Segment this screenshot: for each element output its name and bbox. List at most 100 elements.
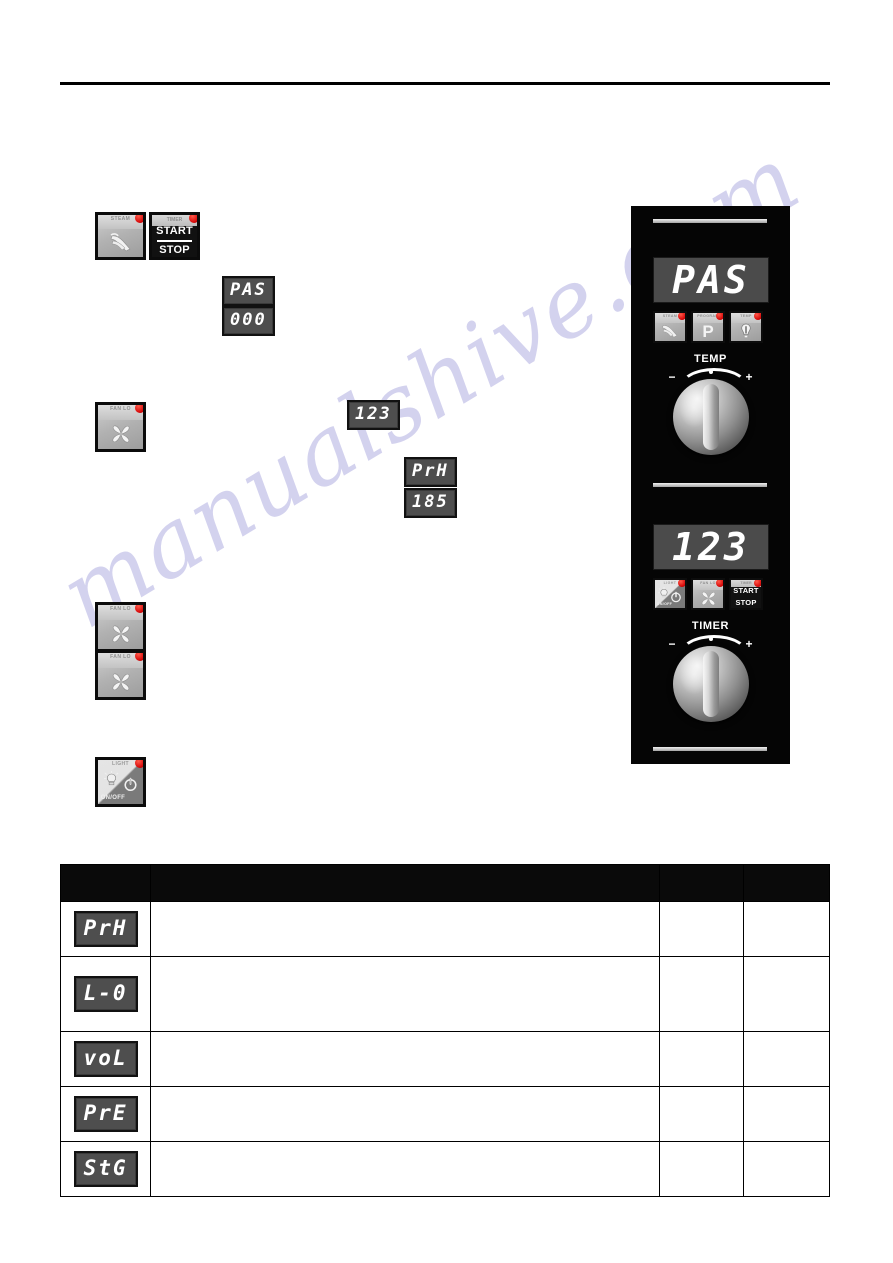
fan-led-indicator — [135, 405, 143, 413]
panel-fan-led — [716, 580, 723, 587]
table-cell-code: PrE — [59, 1086, 152, 1142]
steam-icon — [98, 228, 143, 257]
table-header-row — [59, 864, 831, 902]
panel-light-led — [678, 580, 685, 587]
timer-button-face: TIMER START STOP — [152, 215, 197, 257]
fan-lo-button-1[interactable]: FAN LO — [95, 402, 146, 452]
table-cell-description — [150, 1031, 660, 1087]
panel-temp-button[interactable]: TEMP — [729, 311, 763, 343]
temp-knob-center-dot — [708, 370, 713, 374]
panel-steam-button[interactable]: STEAM — [653, 311, 687, 343]
panel-lower-display: 123 — [653, 524, 769, 570]
light-on-off-button[interactable]: LIGHT ON/OFF — [95, 757, 146, 807]
light-led-indicator — [135, 760, 143, 768]
table-cell-code: voL — [59, 1031, 152, 1087]
steam-button[interactable]: STEAM — [95, 212, 146, 260]
panel-upper-display: PAS — [653, 257, 769, 303]
panel-trim-bar-top — [653, 219, 767, 223]
panel-light-onoff-label: ON/OFF — [656, 602, 673, 607]
light-onoff-label: ON/OFF — [100, 795, 126, 802]
start-stop-divider — [156, 240, 193, 243]
table-row: L-0 — [59, 956, 831, 1032]
panel-program-face: PROGRAM P — [693, 313, 723, 341]
fan-button-face: FAN LO — [98, 405, 143, 449]
temp-knob-plus: + — [745, 370, 753, 384]
timer-knob-plus: + — [745, 637, 753, 651]
display-code-badge: PrH — [73, 911, 138, 947]
timer-knob-label: TIMER — [691, 620, 730, 632]
panel-fan-face: FAN LO — [693, 580, 723, 608]
panel-lower-button-row: LIGHT ON/OFF FAN LO TIMER START STOP — [653, 578, 771, 610]
panel-light-face: LIGHT ON/OFF — [655, 580, 685, 608]
panel-fan-button[interactable]: FAN LO — [691, 578, 725, 610]
table-cell-min — [658, 1031, 744, 1087]
timer-knob-highlight — [678, 653, 709, 696]
table-header-code — [59, 864, 152, 902]
table-cell-max — [742, 956, 831, 1032]
display-code-badge: voL — [73, 1041, 138, 1077]
timer-led-indicator — [189, 215, 197, 223]
display-code-badge: PrE — [73, 1096, 138, 1132]
bulb-icon — [731, 322, 761, 341]
fan-icon — [98, 619, 143, 649]
panel-steam-face: STEAM — [655, 313, 685, 341]
table-header-max — [742, 864, 831, 902]
start-stop-icon: START STOP — [152, 225, 197, 257]
timer-knob[interactable]: TIMER − + — [631, 620, 790, 722]
table-row: StG — [59, 1141, 831, 1197]
panel-upper-button-row: STEAM PROGRAM P TEMP — [653, 311, 771, 343]
display-185: 185 — [404, 488, 457, 518]
panel-stop-label: STOP — [735, 598, 757, 608]
table-cell-code: L-0 — [59, 956, 152, 1032]
fan-lo-button-2[interactable]: FAN LO — [95, 602, 146, 652]
table-cell-code: StG — [59, 1141, 152, 1197]
table-header-description — [150, 864, 660, 902]
table-cell-description — [150, 901, 660, 957]
panel-timer-face: TIMER START STOP — [731, 580, 761, 608]
table-header-min — [658, 864, 744, 902]
panel-timer-button[interactable]: TIMER START STOP — [729, 578, 763, 610]
display-pas: PAS — [222, 276, 275, 306]
display-prh: PrH — [404, 457, 457, 487]
steam-icon — [655, 322, 685, 341]
table-row: PrH — [59, 901, 831, 957]
table-body: PrH L-0 voL PrE StG — [59, 901, 831, 1197]
display-code-badge: L-0 — [73, 976, 138, 1012]
table-cell-max — [742, 1086, 831, 1142]
table-cell-max — [742, 901, 831, 957]
fan-button-face: FAN LO — [98, 605, 143, 649]
control-panel: PAS STEAM PROGRAM P TEMP TEMP − + 123 LI… — [631, 206, 790, 764]
fan-led-indicator — [135, 605, 143, 613]
timer-start-stop-button[interactable]: TIMER START STOP — [149, 212, 200, 260]
panel-temp-led — [754, 313, 761, 320]
panel-steam-led — [678, 313, 685, 320]
table-row: voL — [59, 1031, 831, 1087]
panel-timer-led — [754, 580, 761, 587]
table-cell-min — [658, 901, 744, 957]
display-000: 000 — [222, 306, 275, 336]
temp-knob-body[interactable] — [672, 379, 749, 455]
table-row: PrE — [59, 1086, 831, 1142]
table-cell-min — [658, 1141, 744, 1197]
table-cell-description — [150, 1086, 660, 1142]
panel-program-led — [716, 313, 723, 320]
timer-knob-minus: − — [668, 637, 676, 651]
display-code-table: PrH L-0 voL PrE StG — [59, 864, 831, 1197]
temp-knob[interactable]: TEMP − + — [631, 353, 790, 455]
p-letter-icon: P — [693, 322, 723, 341]
panel-program-button[interactable]: PROGRAM P — [691, 311, 725, 343]
panel-light-button[interactable]: LIGHT ON/OFF — [653, 578, 687, 610]
steam-button-face: STEAM — [98, 215, 143, 257]
fan-lo-button-3[interactable]: FAN LO — [95, 650, 146, 700]
manual-page: manualshive.com PAS 000 123 PrH 185 STEA… — [0, 0, 893, 1263]
start-stop-icon: START STOP — [731, 585, 761, 608]
fan-icon — [98, 667, 143, 697]
panel-start-label: START — [733, 585, 759, 595]
display-code-badge: StG — [73, 1151, 138, 1187]
timer-knob-center-dot — [708, 637, 713, 641]
timer-knob-body[interactable] — [672, 646, 749, 722]
fan-led-indicator — [135, 653, 143, 661]
temp-knob-minus: − — [668, 370, 676, 384]
fan-icon — [693, 589, 723, 608]
table-cell-max — [742, 1141, 831, 1197]
